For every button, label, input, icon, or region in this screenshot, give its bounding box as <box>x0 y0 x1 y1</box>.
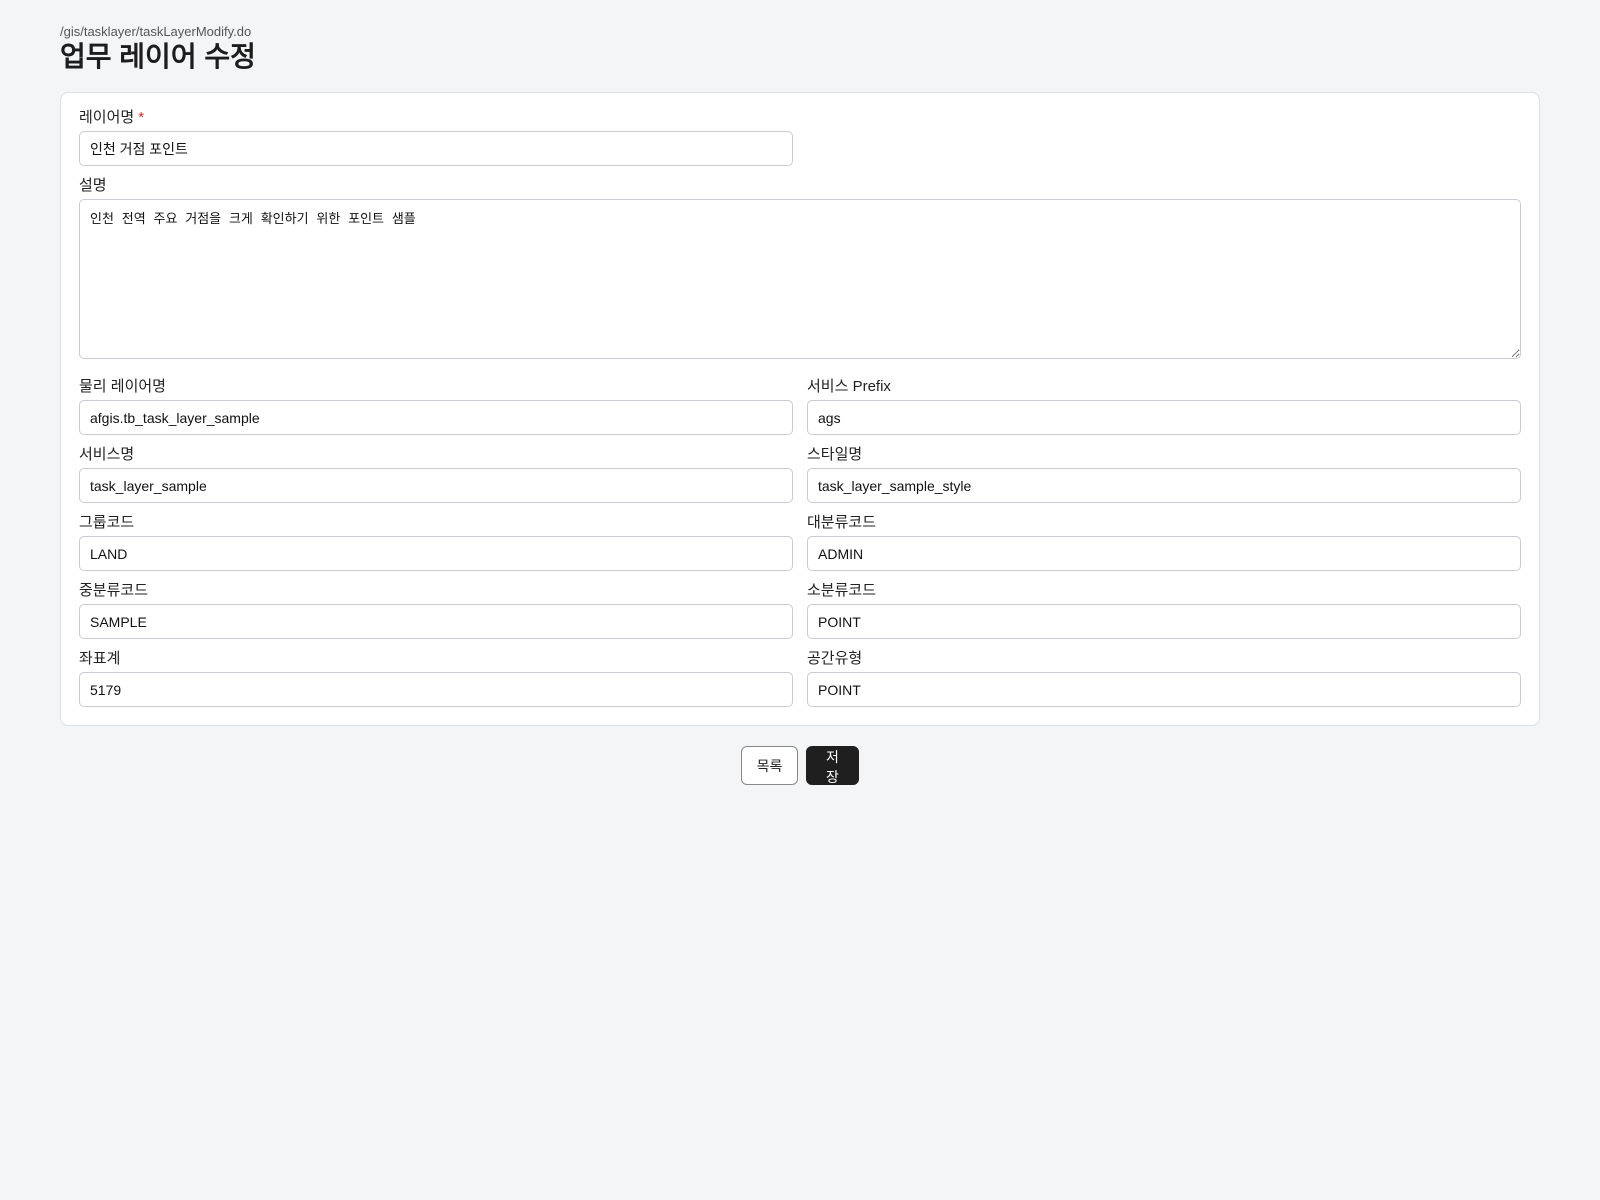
form-actions: 목록 저장 <box>60 746 1540 785</box>
group-code-input[interactable] <box>79 536 793 571</box>
coordinate-system-input[interactable] <box>79 672 793 707</box>
coordinate-system-field: 좌표계 <box>79 649 793 707</box>
page-container: /gis/tasklayer/taskLayerModify.do 업무 레이어… <box>60 24 1540 785</box>
minor-category-code-field: 소분류코드 <box>807 581 1521 639</box>
style-name-input[interactable] <box>807 468 1521 503</box>
minor-category-code-label: 소분류코드 <box>807 582 877 599</box>
service-prefix-input[interactable] <box>807 400 1521 435</box>
style-name-field: 스타일명 <box>807 445 1521 503</box>
list-button[interactable]: 목록 <box>741 746 798 785</box>
save-button[interactable]: 저장 <box>806 746 859 785</box>
page-url: /gis/tasklayer/taskLayerModify.do <box>60 24 252 39</box>
style-name-label: 스타일명 <box>807 446 863 463</box>
middle-category-code-label: 중분류코드 <box>79 582 149 599</box>
physical-layer-name-label: 물리 레이어명 <box>79 378 166 395</box>
page-title: 업무 레이어 수정 <box>60 41 256 72</box>
service-prefix-label: 서비스 Prefix <box>807 378 891 395</box>
coordinate-system-label: 좌표계 <box>79 650 121 667</box>
description-textarea[interactable]: 인천 전역 주요 거점을 크게 확인하기 위한 포인트 샘플 <box>79 199 1521 359</box>
description-field: 설명 인천 전역 주요 거점을 크게 확인하기 위한 포인트 샘플 <box>79 176 1521 359</box>
major-category-code-label: 대분류코드 <box>807 514 877 531</box>
spatial-type-label: 공간유형 <box>807 650 863 667</box>
major-category-code-input[interactable] <box>807 536 1521 571</box>
middle-category-code-input[interactable] <box>79 604 793 639</box>
group-code-field: 그룹코드 <box>79 513 793 571</box>
physical-layer-name-field: 물리 레이어명 <box>79 377 793 435</box>
service-name-label: 서비스명 <box>79 446 135 463</box>
minor-category-code-input[interactable] <box>807 604 1521 639</box>
layer-name-label: 레이어명 * <box>79 109 145 126</box>
middle-category-code-field: 중분류코드 <box>79 581 793 639</box>
group-code-label: 그룹코드 <box>79 514 135 531</box>
description-label: 설명 <box>79 177 107 194</box>
form-grid: 물리 레이어명 서비스 Prefix 서비스명 스타일명 그룹코드 대분류코드 <box>79 377 1521 707</box>
form-card: 레이어명* 설명 인천 전역 주요 거점을 크게 확인하기 위한 포인트 샘플 … <box>60 92 1540 726</box>
service-name-field: 서비스명 <box>79 445 793 503</box>
service-prefix-field: 서비스 Prefix <box>807 377 1521 435</box>
layer-name-input[interactable] <box>79 131 793 166</box>
spatial-type-input[interactable] <box>807 672 1521 707</box>
layer-name-field: 레이어명 * <box>79 108 793 166</box>
physical-layer-name-input[interactable] <box>79 400 793 435</box>
required-mark: * <box>138 109 145 126</box>
spatial-type-field: 공간유형 <box>807 649 1521 707</box>
service-name-input[interactable] <box>79 468 793 503</box>
major-category-code-field: 대분류코드 <box>807 513 1521 571</box>
